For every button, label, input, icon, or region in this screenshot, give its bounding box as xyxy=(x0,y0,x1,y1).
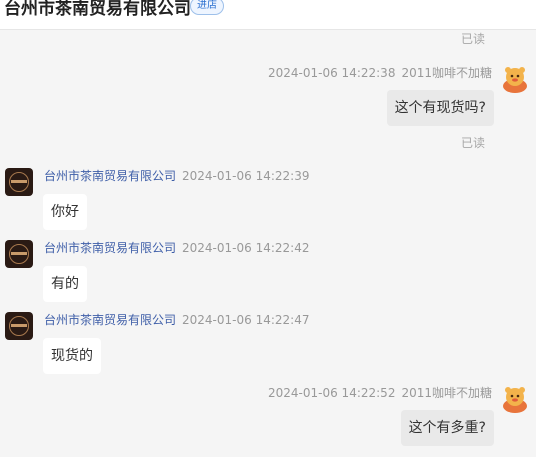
message-sender: 台州市茶南贸易有限公司 xyxy=(44,313,177,327)
read-receipt: 已读 xyxy=(460,136,485,150)
message-bubble[interactable]: 这个有多重? xyxy=(400,410,494,446)
shop-logo-bar xyxy=(11,324,27,327)
message-time: 2024-01-06 14:22:39 xyxy=(182,169,310,183)
message-bubble[interactable]: 这个有现货吗? xyxy=(386,90,494,126)
message-sender: 2011咖啡不加糖 xyxy=(401,66,492,80)
message-time: 2024-01-06 14:22:47 xyxy=(182,313,310,327)
user-avatar[interactable] xyxy=(500,64,530,94)
message-bubble[interactable]: 你好 xyxy=(43,194,87,230)
user-avatar[interactable] xyxy=(500,384,530,414)
message-meta: 台州市茶南贸易有限公司 2024-01-06 14:22:39 xyxy=(44,169,309,183)
message-bubble[interactable]: 有的 xyxy=(43,266,87,302)
chat-header: 台州市茶南贸易有限公司 进店 xyxy=(0,0,536,30)
shop-logo-bar xyxy=(11,180,27,183)
message-sender: 台州市茶南贸易有限公司 xyxy=(44,169,177,183)
message-sender: 2011咖啡不加糖 xyxy=(401,386,492,400)
message-sender: 台州市茶南贸易有限公司 xyxy=(44,241,177,255)
message-time: 2024-01-06 14:22:52 xyxy=(268,386,396,400)
message-meta: 2024-01-06 14:22:52 2011咖啡不加糖 xyxy=(268,386,492,400)
message-list[interactable]: 已读 2024-01-06 14:22:38 2011咖啡不加糖 这个有现货吗? … xyxy=(0,30,536,457)
message-time: 2024-01-06 14:22:38 xyxy=(268,66,396,80)
message-time: 2024-01-06 14:22:42 xyxy=(182,241,310,255)
shop-title: 台州市茶南贸易有限公司 xyxy=(4,0,191,19)
message-meta: 台州市茶南贸易有限公司 2024-01-06 14:22:42 xyxy=(44,241,309,255)
message-meta: 2024-01-06 14:22:38 2011咖啡不加糖 xyxy=(268,66,492,80)
shop-avatar[interactable] xyxy=(5,312,33,340)
enter-shop-button[interactable]: 进店 xyxy=(190,0,224,15)
shop-avatar[interactable] xyxy=(5,168,33,196)
shop-logo-bar xyxy=(11,252,27,255)
shop-avatar[interactable] xyxy=(5,240,33,268)
read-receipt: 已读 xyxy=(460,32,485,46)
message-meta: 台州市茶南贸易有限公司 2024-01-06 14:22:47 xyxy=(44,313,309,327)
message-bubble[interactable]: 现货的 xyxy=(43,338,101,374)
